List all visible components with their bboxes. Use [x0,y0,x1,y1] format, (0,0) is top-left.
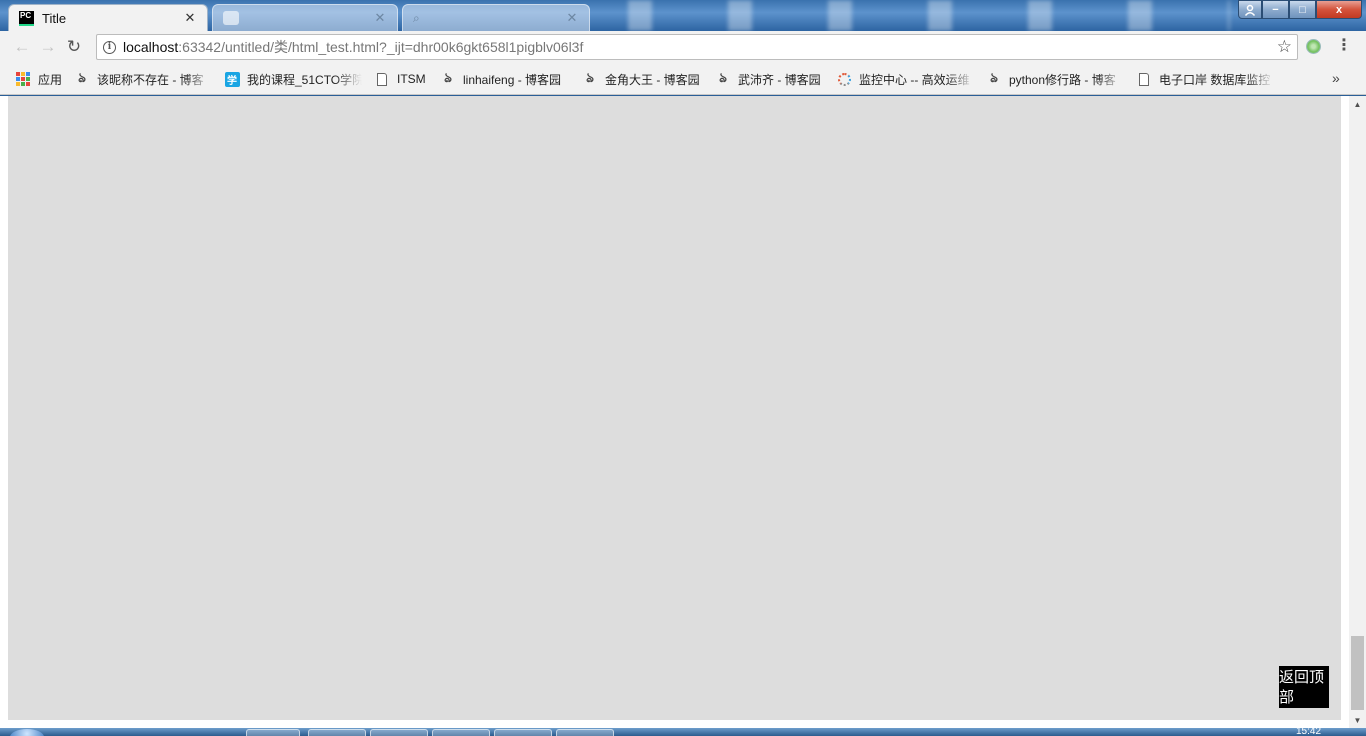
taskbar-item[interactable] [308,729,366,736]
content-area [8,96,1341,720]
taskbar-item[interactable] [246,729,300,736]
taskbar-clock[interactable]: 15:42 [1296,728,1321,736]
reload-button[interactable]: ↻ [61,34,87,60]
scroll-thumb[interactable] [1351,636,1364,710]
scroll-down-icon[interactable]: ▼ [1349,712,1366,728]
bookmark-label: 金角大王 - 博客园 [605,72,700,87]
bookmark-label: 电子口岸 数据库监控 [1159,72,1271,87]
close-icon[interactable]: ✕ [373,10,387,26]
bookmark-item[interactable]: ঌ 金角大王 - 博客园 [582,71,700,87]
spinner-icon [836,71,852,87]
tab-active[interactable]: PC Title ✕ [8,4,208,31]
windows-taskbar: 15:42 [0,728,1366,736]
close-window-button[interactable]: x [1316,0,1362,19]
bookmark-item[interactable]: ঌ linhaifeng - 博客园 [440,71,561,87]
bookmark-item[interactable]: ITSM [374,71,426,87]
bookmark-item[interactable]: ঌ python修行路 - 博客 [986,71,1124,87]
page-icon [1136,71,1152,87]
forward-button[interactable]: → [35,34,61,60]
cnblogs-icon: ঌ [586,71,594,86]
bookmark-item[interactable]: ঌ 武沛齐 - 博客园 [715,71,821,87]
xue-icon: 学 [224,71,240,87]
blank-favicon-icon [223,11,239,25]
extension-icon[interactable] [1306,39,1321,54]
tab-inactive-2[interactable]: ⌕ ✕ [402,4,590,31]
bookmark-label: python修行路 - 博客 [1009,72,1116,87]
more-bookmarks-icon[interactable]: » [1332,70,1340,86]
minimize-button[interactable]: − [1262,0,1289,19]
back-button[interactable]: ← [9,34,35,60]
bookmark-label: linhaifeng - 博客园 [463,72,562,87]
bookmark-label: 应用 [38,72,63,87]
bookmark-apps[interactable]: 应用 [15,71,62,87]
url-host: localhost [123,39,179,55]
info-icon[interactable]: i [103,40,116,54]
taskbar-item[interactable] [370,729,428,736]
bookmark-item[interactable]: 监控中心 -- 高效运维 [836,71,974,87]
browser-toolbar: ← → ↻ i localhost:63342/untitled/类/html_… [0,31,1366,63]
vertical-scrollbar[interactable]: ▲ ▼ [1349,96,1366,728]
bookmark-item[interactable]: 电子口岸 数据库监控 [1136,71,1274,87]
bookmark-item[interactable]: ঌ 该昵称不存在 - 博客 [74,71,212,87]
close-icon[interactable]: ✕ [565,10,579,26]
cnblogs-icon: ঌ [719,71,727,86]
user-icon[interactable] [1238,0,1262,19]
search-favicon-icon: ⌕ [413,10,420,25]
address-bar[interactable]: i localhost:63342/untitled/类/html_test.h… [96,34,1298,60]
cnblogs-icon: ঌ [990,71,998,86]
page-viewport: 返回顶部 ▲ ▼ [0,96,1366,728]
bookmarks-bar: 应用 ঌ 该昵称不存在 - 博客 学 我的课程_51CTO学院 ITSM ঌ l… [0,63,1366,95]
window-controls: − □ x [1238,0,1362,19]
bookmark-label: 监控中心 -- 高效运维 [859,72,970,87]
back-to-top-button[interactable]: 返回顶部 [1279,666,1329,708]
bookmark-label: 我的课程_51CTO学院 [247,72,362,87]
taskbar-item[interactable] [494,729,552,736]
taskbar-item[interactable] [556,729,614,736]
bookmark-label: ITSM [397,72,426,86]
window-title-bar: PC Title ✕ ✕ ⌕ ✕ − □ x [0,0,1366,31]
menu-icon[interactable]: ⋮ [1336,37,1352,55]
taskbar-item[interactable] [432,729,490,736]
cnblogs-icon: ঌ [78,71,86,86]
start-icon[interactable] [10,729,44,736]
close-icon[interactable]: ✕ [183,10,197,26]
maximize-button[interactable]: □ [1289,0,1316,19]
scroll-up-icon[interactable]: ▲ [1349,96,1366,112]
url-text[interactable]: localhost:63342/untitled/类/html_test.htm… [123,37,583,57]
url-path: :63342/untitled/类/html_test.html?_ijt=dh… [178,39,584,55]
page-icon [374,71,390,87]
cnblogs-icon: ঌ [444,71,452,86]
tab-inactive-1[interactable]: ✕ [212,4,398,31]
apps-grid-icon [15,71,31,87]
tab-title: Title [42,10,67,26]
bookmark-label: 武沛齐 - 博客园 [738,72,821,87]
bookmark-item[interactable]: 学 我的课程_51CTO学院 [224,71,362,87]
pycharm-icon: PC [19,10,34,26]
bookmark-star-icon[interactable]: ☆ [1277,37,1292,57]
bookmark-label: 该昵称不存在 - 博客 [97,72,204,87]
